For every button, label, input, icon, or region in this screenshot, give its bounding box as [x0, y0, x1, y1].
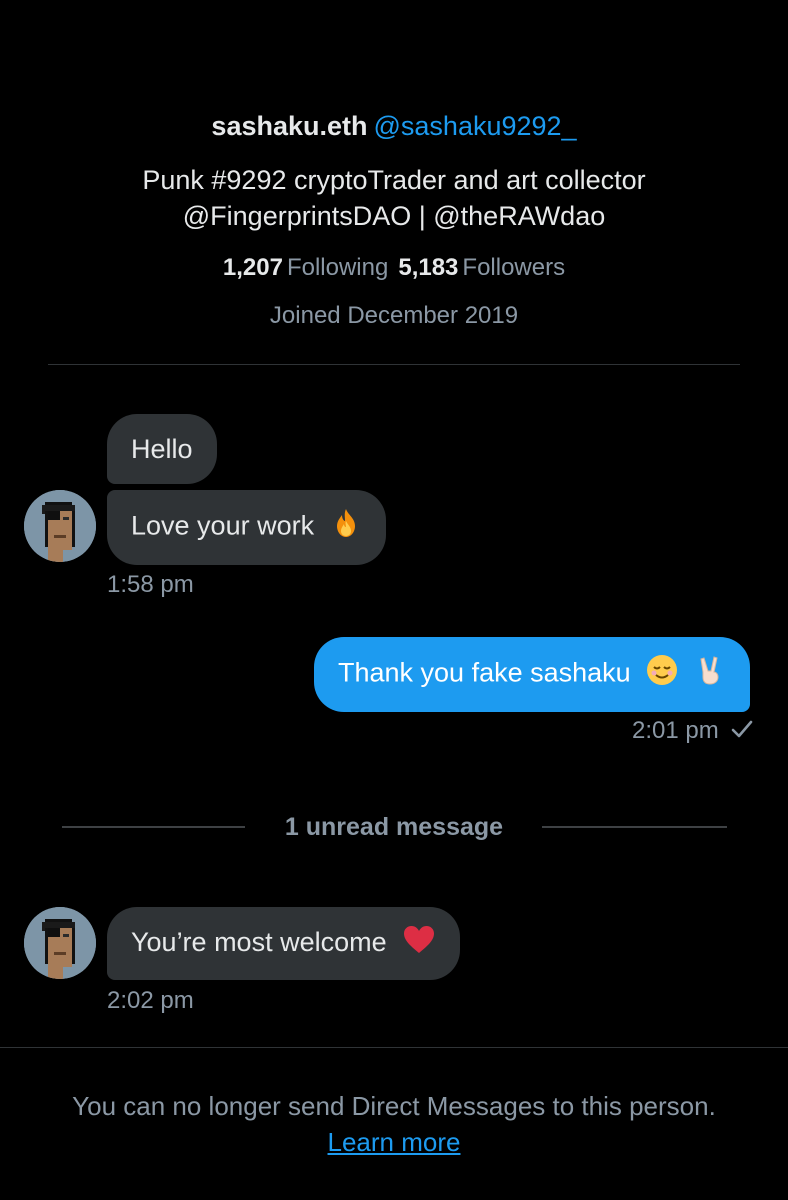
display-name[interactable]: sashaku.eth [211, 111, 367, 141]
learn-more-link[interactable]: Learn more [0, 1124, 788, 1160]
dm-conversation: sashaku.eth @sashaku9292_ Punk #9292 cryp… [0, 0, 788, 1200]
message-text: Thank you fake sashaku [338, 657, 631, 688]
bio-line-1: Punk #9292 cryptoTrader and art collecto… [142, 165, 646, 195]
avatar[interactable] [24, 490, 96, 562]
timestamp-text: 2:01 pm [632, 717, 719, 744]
punk-avatar-icon [24, 490, 96, 562]
message-text: Hello [131, 434, 193, 464]
red-heart-emoji [402, 924, 436, 963]
dm-disabled-notice: You can no longer send Direct Messages t… [0, 1088, 788, 1160]
following-count: 1,207 [222, 254, 283, 281]
message-text: Love your work [131, 510, 315, 541]
unread-divider-right [542, 826, 727, 828]
notice-text: You can no longer send Direct Messages t… [72, 1091, 716, 1121]
bio-line-2: @FingerprintsDAO | @theRAWdao [182, 201, 606, 231]
footer-divider [0, 1047, 788, 1048]
profile-bio: Punk #9292 cryptoTrader and art collecto… [0, 162, 788, 234]
profile-stats: 1,207 Following 5,183 Followers [0, 252, 788, 284]
followers-link[interactable]: 5,183 Followers [398, 254, 565, 281]
message-timestamp: 2:01 pm [632, 716, 753, 747]
fire-emoji [330, 507, 362, 548]
following-label: Following [286, 254, 389, 281]
message-timestamp: 1:58 pm [107, 571, 194, 598]
user-handle[interactable]: @sashaku9292_ [374, 111, 577, 141]
following-link[interactable]: 1,207 Following [223, 254, 388, 281]
punk-avatar-icon [24, 907, 96, 979]
message-bubble-outgoing[interactable]: Thank you fake sashaku [314, 637, 750, 712]
message-bubble-incoming[interactable]: Hello [107, 414, 217, 484]
followers-count: 5,183 [398, 254, 459, 281]
relieved-face-emoji [646, 654, 678, 695]
victory-hand-emoji [694, 654, 726, 695]
message-timestamp: 2:02 pm [107, 987, 194, 1014]
profile-name-line: sashaku.eth @sashaku9292_ [0, 108, 788, 144]
followers-label: Followers [462, 254, 566, 281]
joined-date: Joined December 2019 [269, 302, 519, 329]
profile-header: sashaku.eth @sashaku9292_ Punk #9292 cryp… [0, 108, 788, 332]
message-text: You’re most welcome [131, 927, 387, 957]
check-icon [731, 717, 753, 747]
message-bubble-incoming[interactable]: Love your work [107, 490, 386, 565]
profile-divider [48, 364, 740, 365]
message-bubble-incoming[interactable]: You’re most welcome [107, 907, 461, 981]
avatar[interactable] [24, 907, 96, 979]
